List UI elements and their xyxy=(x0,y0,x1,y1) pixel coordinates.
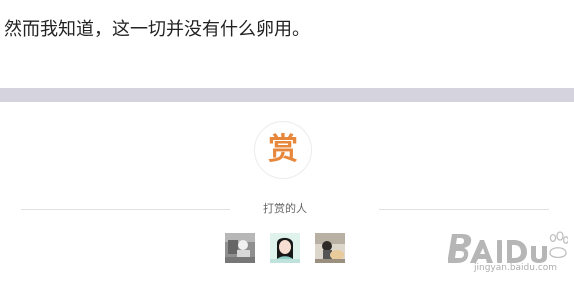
reward-divider-right xyxy=(379,209,549,210)
reward-glyph: 赏 xyxy=(268,132,298,167)
supporter-avatar[interactable] xyxy=(315,233,345,263)
article-end: 然而我知道，这一切并没有什么卵用。 xyxy=(0,0,574,88)
section-separator xyxy=(0,88,574,102)
article-last-paragraph: 然而我知道，这一切并没有什么卵用。 xyxy=(4,19,310,40)
supporter-avatar[interactable] xyxy=(225,233,255,263)
reward-button[interactable]: 赏 xyxy=(254,121,312,179)
reward-divider-left xyxy=(21,209,230,210)
reward-title: 打赏的人 xyxy=(263,202,307,215)
reward-panel: 赏 打赏的人 xyxy=(0,102,574,288)
supporter-avatar[interactable] xyxy=(270,233,300,263)
